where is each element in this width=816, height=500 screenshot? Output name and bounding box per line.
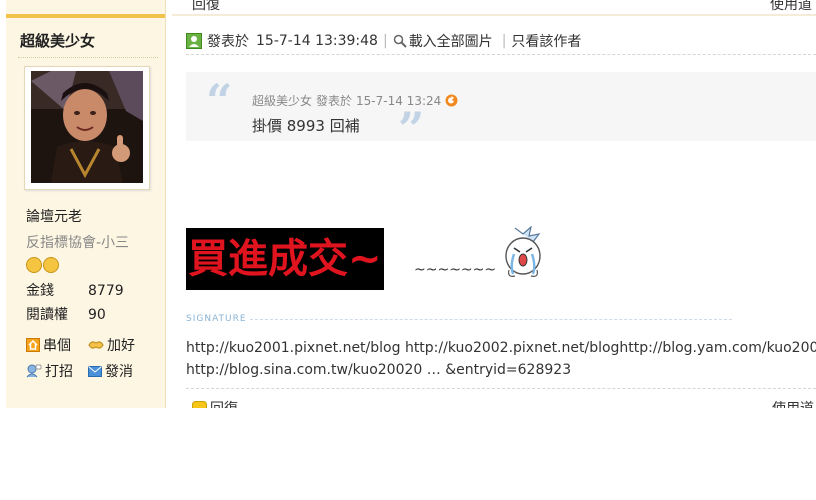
smiley-icon xyxy=(26,257,42,273)
signature-label: SIGNATURE xyxy=(186,314,247,324)
post-tilde-text: ~~~~~~~ xyxy=(414,262,497,278)
meta-divider xyxy=(186,54,816,55)
bottom-divider xyxy=(186,388,816,389)
post-highlight-text: 買進成交~ xyxy=(186,228,384,290)
action-label: 發消 xyxy=(105,364,133,380)
quote-header: 超級美少女 發表於 15-7-14 13:24 xyxy=(252,92,458,109)
action-visit-button[interactable]: 串個 xyxy=(26,335,71,355)
meta-separator: | xyxy=(501,33,507,49)
load-all-images-link[interactable]: 載入全部圖片 xyxy=(393,31,493,51)
user-title: 論壇元老 xyxy=(26,209,82,225)
only-author-link[interactable]: 只看該作者 xyxy=(511,31,581,51)
top-divider xyxy=(172,14,816,16)
avatar-frame[interactable] xyxy=(24,66,150,190)
quote-text: 掛價 8993 回補 xyxy=(252,117,360,135)
meta-separator: | xyxy=(382,33,388,49)
author-name[interactable]: 超級美少女 xyxy=(20,30,95,51)
stat-label: 金錢 xyxy=(26,283,54,299)
rank-icons xyxy=(26,257,60,273)
top-bar: 回復 使用道 xyxy=(172,0,816,14)
signature-line-2[interactable]: http://blog.sina.com.tw/kuo20020 … &entr… xyxy=(186,362,571,378)
action-label: 加好 xyxy=(107,338,135,354)
author-divider xyxy=(18,57,158,58)
posted-time: 15-7-14 13:39:48 xyxy=(256,33,378,49)
signature-line-1[interactable]: http://kuo2001.pixnet.net/blog http://ku… xyxy=(186,340,816,356)
stat-value: 8779 xyxy=(88,283,124,299)
quote-author: 超級美少女 xyxy=(252,94,313,108)
quote-open-mark: “ xyxy=(206,74,233,128)
post-meta-bar: 發表於 15-7-14 13:39:48 | 載入全部圖片 | 只看該作者 xyxy=(186,31,581,51)
stat-money: 金錢 8779 xyxy=(26,280,124,300)
top-reply-button[interactable]: 回復 xyxy=(192,0,220,14)
home-icon xyxy=(26,338,40,352)
stat-label: 閱讀權 xyxy=(26,307,68,323)
magnifier-icon xyxy=(393,34,407,48)
sidebar-accent-line xyxy=(6,14,165,18)
smiley-icon xyxy=(43,257,59,273)
online-status-icon xyxy=(186,33,202,49)
posted-label: 發表於 xyxy=(207,34,249,50)
quote-close-mark: ” xyxy=(398,102,425,156)
user-group[interactable]: 反指標協會-小三 xyxy=(26,232,129,252)
page-blank-area xyxy=(0,408,816,500)
action-add-friend-button[interactable]: 加好 xyxy=(88,335,135,355)
action-message-button[interactable]: 發消 xyxy=(88,361,133,381)
stat-read-permission: 閱讀權 90 xyxy=(26,304,106,324)
crying-emoticon-icon xyxy=(505,226,541,277)
load-all-images-label: 載入全部圖片 xyxy=(408,34,493,50)
jump-to-quote-icon[interactable] xyxy=(445,94,458,107)
quote-posted-label: 發表於 xyxy=(316,94,353,108)
handshake-icon xyxy=(88,341,104,349)
greet-icon xyxy=(26,364,42,378)
stat-value: 90 xyxy=(88,307,106,323)
top-tools-link[interactable]: 使用道 xyxy=(770,0,812,14)
action-label: 打招 xyxy=(45,364,73,380)
signature-divider xyxy=(250,319,732,320)
action-greet-button[interactable]: 打招 xyxy=(26,361,73,381)
avatar xyxy=(31,71,143,183)
mail-icon xyxy=(88,365,102,377)
author-sidebar: 超級美少女 論壇元老 反指標協會-小三 金錢 8779 閱讀權 90 串個 加好… xyxy=(6,0,166,408)
action-label: 串個 xyxy=(43,338,71,354)
quote-block: “ 超級美少女 發表於 15-7-14 13:24 掛價 8993 回補 ” xyxy=(186,72,816,152)
